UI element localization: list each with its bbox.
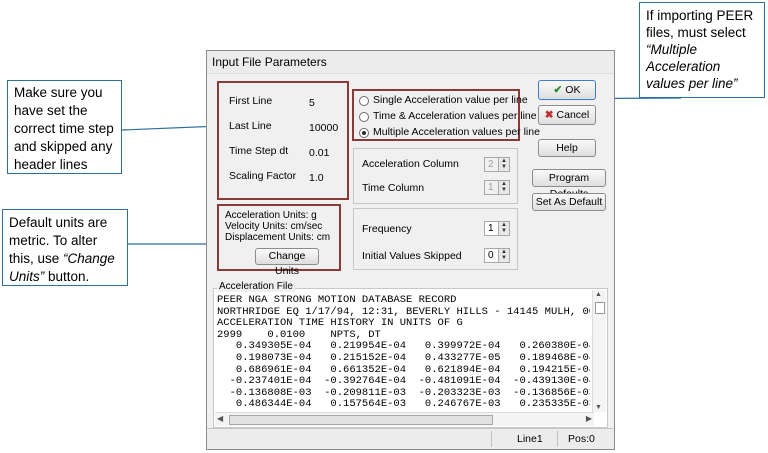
scaling-factor-input[interactable]: 1.0 bbox=[309, 172, 324, 184]
accel-units-text: Acceleration Units: g bbox=[225, 210, 317, 221]
status-bar: Line1 Pos:0 bbox=[207, 428, 614, 449]
callout-timestep-note: Make sure you have set the correct time … bbox=[7, 80, 122, 174]
frequency-spinner[interactable]: 1 ▲ ▼ bbox=[484, 221, 510, 236]
input-file-parameters-dialog: Input File Parameters First Line 5 Last … bbox=[206, 50, 615, 450]
checkmark-icon: ✔ bbox=[553, 84, 563, 96]
callout-units-note: Default units are metric. To alter this,… bbox=[2, 209, 128, 286]
vel-units-text: Velocity Units: cm/sec bbox=[225, 221, 323, 232]
callout-peer-em1: “Multiple bbox=[646, 42, 698, 57]
scroll-left-icon[interactable]: ◀ bbox=[217, 414, 223, 423]
spinner-arrows-icon[interactable]: ▲ ▼ bbox=[498, 181, 509, 194]
horizontal-scrollbar[interactable]: ◀ ▶ bbox=[215, 412, 594, 426]
time-column-value: 1 bbox=[488, 182, 494, 193]
radio-multiple-circle[interactable] bbox=[359, 128, 369, 138]
acceleration-file-text[interactable]: PEER NGA STRONG MOTION DATABASE RECORD N… bbox=[217, 295, 590, 412]
first-line-input[interactable]: 5 bbox=[309, 97, 315, 109]
cancel-button-label: Cancel bbox=[556, 109, 590, 121]
time-column-label: Time Column bbox=[362, 182, 425, 194]
last-line-input[interactable]: 10000 bbox=[309, 122, 338, 134]
radio-time-accel-label[interactable]: Time & Acceleration values per line bbox=[373, 110, 537, 122]
change-units-button[interactable]: Change Units bbox=[255, 248, 319, 277]
spinner-arrows-icon[interactable]: ▲ ▼ bbox=[498, 158, 509, 171]
units-group: Acceleration Units: g Velocity Units: cm… bbox=[217, 204, 341, 277]
time-step-label: Time Step dt bbox=[229, 145, 289, 157]
acceleration-file-group: Acceleration File PEER NGA STRONG MOTION… bbox=[213, 281, 608, 428]
initial-values-skipped-value: 0 bbox=[488, 250, 494, 261]
vertical-scrollbar[interactable]: ▲ ▼ bbox=[592, 290, 606, 412]
set-as-default-button[interactable]: Set As Default bbox=[532, 193, 606, 211]
last-line-label: Last Line bbox=[229, 120, 272, 132]
file-line-6: 0.198073E-04 0.215152E-04 0.433277E-05 0… bbox=[217, 351, 590, 364]
frequency-value: 1 bbox=[488, 223, 494, 234]
file-line-10: 0.486344E-04 0.157564E-03 0.246767E-03 0… bbox=[217, 398, 590, 411]
ok-button-label: OK bbox=[565, 84, 581, 96]
radio-single-circle[interactable] bbox=[359, 96, 369, 106]
time-column-spinner[interactable]: 1 ▲ ▼ bbox=[484, 180, 510, 195]
callout-units-tail: button. bbox=[44, 269, 90, 284]
horizontal-scroll-thumb[interactable] bbox=[229, 415, 493, 425]
params-group: First Line 5 Last Line 10000 Time Step d… bbox=[217, 81, 349, 200]
scroll-right-icon[interactable]: ▶ bbox=[586, 414, 592, 423]
callout-peer-line1: If importing PEER bbox=[646, 8, 754, 23]
time-step-input[interactable]: 0.01 bbox=[309, 147, 329, 159]
callout-peer-line2: files, must select bbox=[646, 25, 746, 40]
radio-single-label[interactable]: Single Acceleration value per line bbox=[373, 94, 528, 106]
frequency-group: Frequency 1 ▲ ▼ Initial Values Skipped 0 … bbox=[353, 208, 518, 270]
accel-column-label: Acceleration Column bbox=[362, 158, 459, 170]
cancel-button[interactable]: ✖ Cancel bbox=[538, 105, 596, 125]
acceleration-file-label: Acceleration File bbox=[217, 281, 295, 292]
accel-column-spinner[interactable]: 2 ▲ ▼ bbox=[484, 157, 510, 172]
status-line: Line1 bbox=[517, 433, 543, 445]
callout-peer-note: If importing PEER files, must select “Mu… bbox=[639, 2, 765, 98]
callout-peer-em2: Acceleration bbox=[646, 59, 721, 74]
ok-button[interactable]: ✔ OK bbox=[538, 80, 596, 100]
initial-values-skipped-label: Initial Values Skipped bbox=[362, 250, 462, 262]
first-line-label: First Line bbox=[229, 95, 273, 107]
help-button[interactable]: Help bbox=[538, 139, 596, 157]
vertical-scroll-thumb[interactable] bbox=[595, 302, 605, 314]
spinner-arrows-icon[interactable]: ▲ ▼ bbox=[498, 222, 509, 235]
status-pos: Pos:0 bbox=[568, 433, 595, 445]
file-line-8: -0.237401E-04 -0.392764E-04 -0.481091E-0… bbox=[217, 375, 590, 388]
x-icon: ✖ bbox=[544, 109, 554, 121]
value-format-group: Single Acceleration value per line Time … bbox=[352, 89, 540, 141]
callout-timestep-text: Make sure you have set the correct time … bbox=[14, 85, 114, 172]
callout-peer-em3: values per line” bbox=[646, 76, 738, 91]
columns-group: Acceleration Column 2 ▲ ▼ Time Column 1 ▲… bbox=[353, 148, 518, 204]
file-line-1: PEER NGA STRONG MOTION DATABASE RECORD bbox=[217, 295, 457, 306]
scaling-factor-label: Scaling Factor bbox=[229, 170, 297, 182]
disp-units-text: Displacement Units: cm bbox=[225, 232, 331, 243]
frequency-label: Frequency bbox=[362, 223, 412, 235]
radio-time-accel-circle[interactable] bbox=[359, 112, 369, 122]
dialog-title: Input File Parameters bbox=[207, 51, 614, 74]
scroll-down-icon[interactable]: ▼ bbox=[595, 404, 602, 411]
accel-column-value: 2 bbox=[488, 159, 494, 170]
initial-values-skipped-spinner[interactable]: 0 ▲ ▼ bbox=[484, 248, 510, 263]
program-defaults-button[interactable]: Program Defaults bbox=[532, 169, 606, 200]
spinner-arrows-icon[interactable]: ▲ ▼ bbox=[498, 249, 509, 262]
radio-multiple-label[interactable]: Multiple Acceleration values per line bbox=[373, 126, 540, 138]
scroll-up-icon[interactable]: ▲ bbox=[595, 291, 602, 298]
